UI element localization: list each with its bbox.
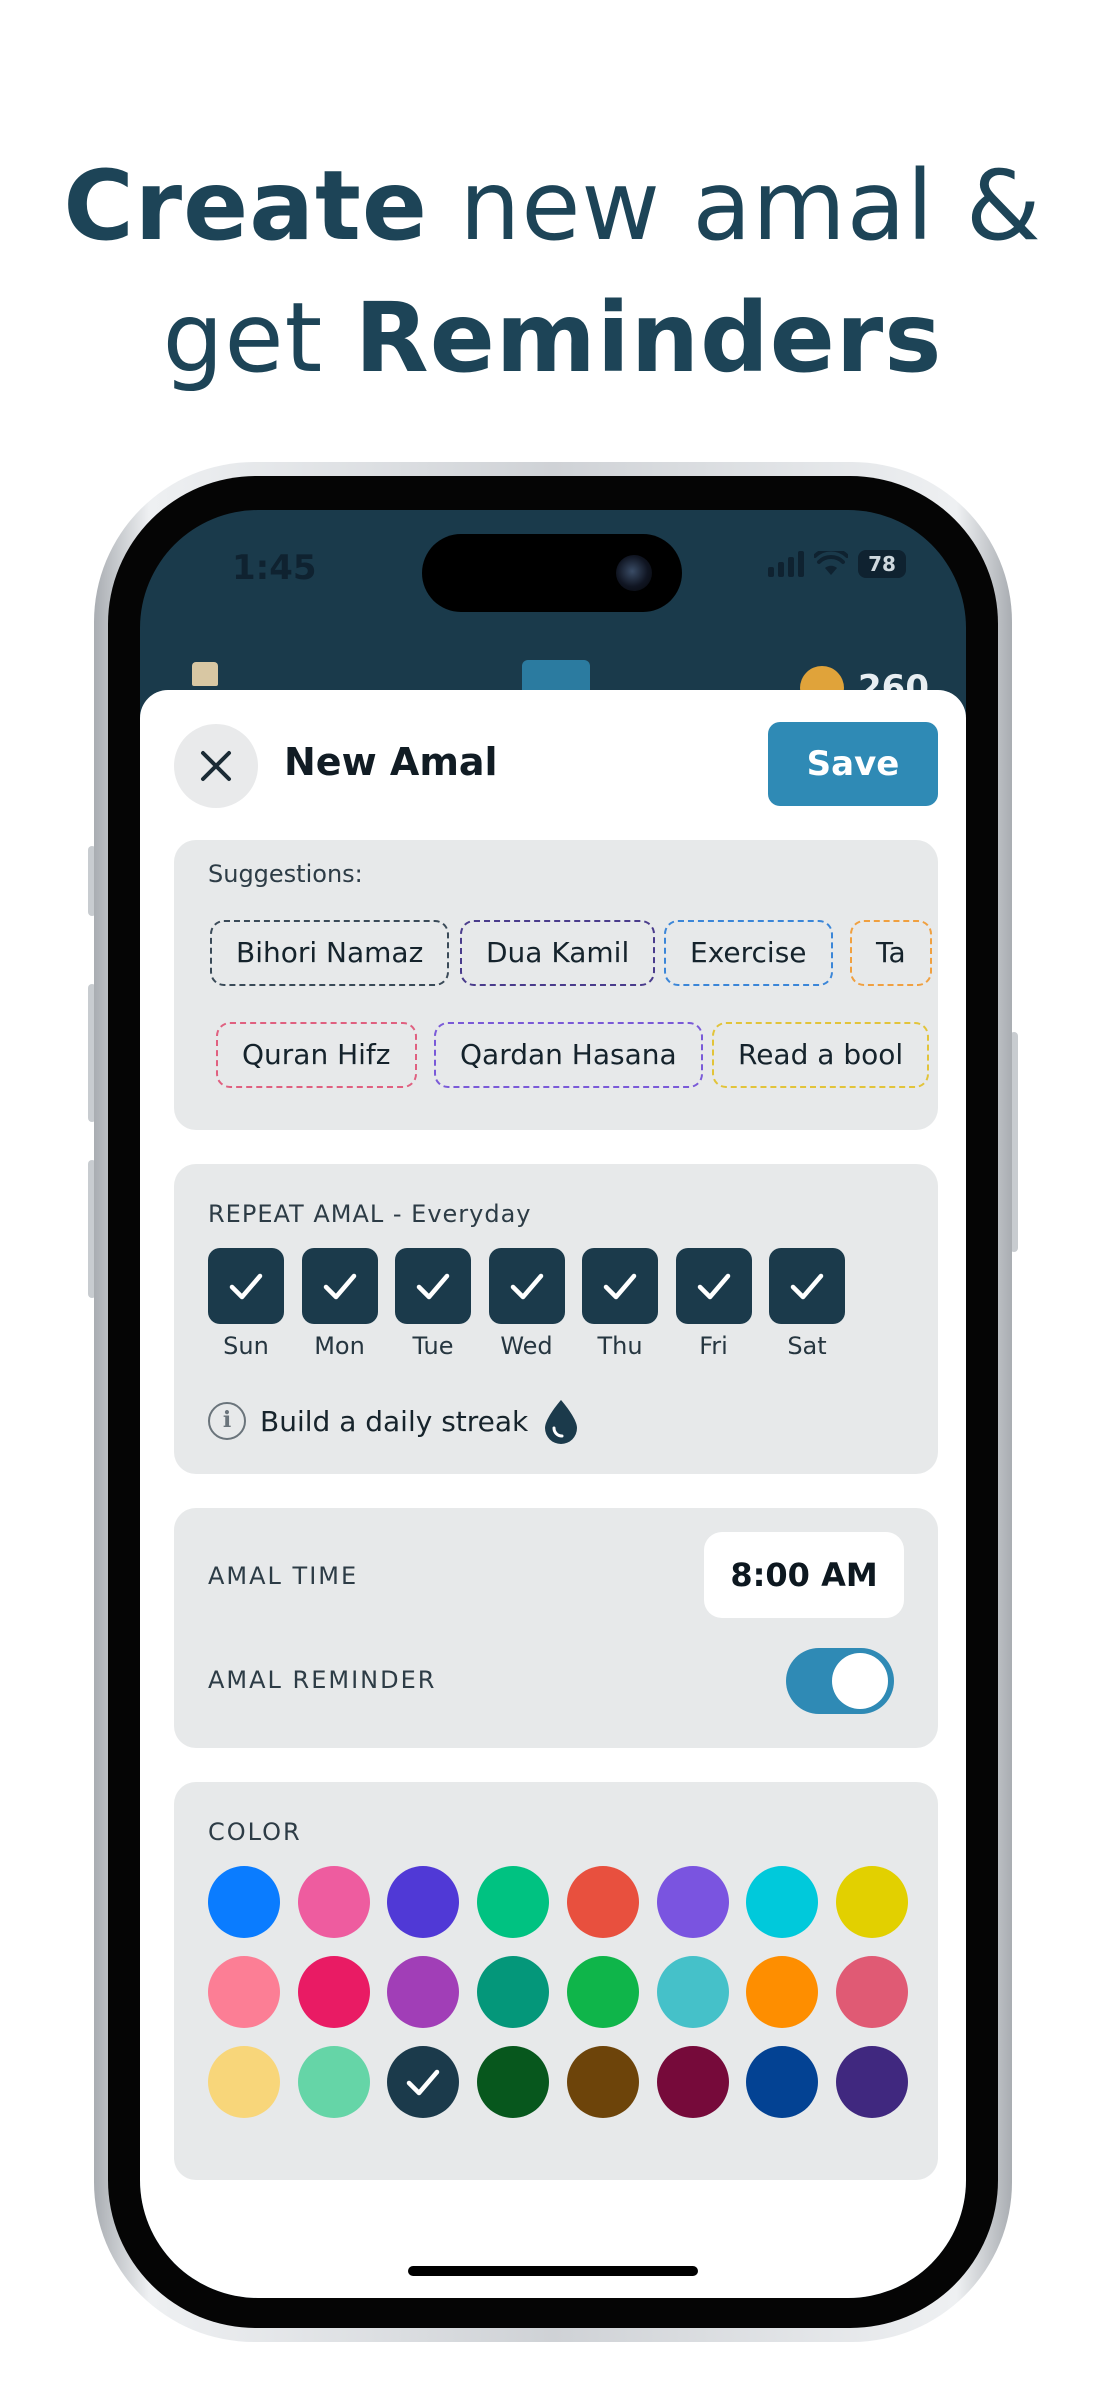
day-label: Thu bbox=[597, 1332, 643, 1360]
headline: Create new amal & get Reminders bbox=[0, 140, 1105, 404]
check-icon bbox=[790, 1273, 824, 1300]
color-swatch[interactable] bbox=[656, 2046, 729, 2118]
color-swatch[interactable] bbox=[656, 1956, 729, 2028]
new-amal-sheet: New Amal Save Suggestions: Bihori Namaz D… bbox=[140, 690, 966, 2298]
check-icon bbox=[323, 1273, 356, 1300]
check-icon bbox=[697, 1273, 730, 1300]
day-checkbox[interactable] bbox=[208, 1248, 284, 1324]
check-icon bbox=[416, 1273, 450, 1300]
day-toggle-wed[interactable]: Wed bbox=[488, 1248, 565, 1360]
color-swatch[interactable] bbox=[835, 1866, 908, 1938]
color-swatch[interactable] bbox=[387, 2046, 460, 2118]
color-swatch[interactable] bbox=[208, 1866, 280, 1938]
color-swatch[interactable] bbox=[746, 1866, 819, 1938]
headline-line-1: Create new amal & bbox=[63, 150, 1042, 262]
suggestions-card: Suggestions: Bihori Namaz Dua Kamil Exerci… bbox=[174, 840, 938, 1130]
amal-time-label: AMAL TIME bbox=[208, 1562, 359, 1590]
close-button[interactable] bbox=[174, 724, 258, 808]
cup-icon bbox=[192, 662, 218, 686]
repeat-card: REPEAT AMAL - Everyday Sun Mon Tue Wed Thu Fr… bbox=[174, 1164, 938, 1474]
day-checkbox[interactable] bbox=[488, 1248, 565, 1324]
amal-time-picker[interactable]: 8:00 AM bbox=[704, 1532, 904, 1618]
color-swatch[interactable] bbox=[477, 1956, 550, 2028]
status-time: 1:45 bbox=[232, 548, 317, 588]
color-swatch[interactable] bbox=[835, 1956, 908, 2028]
suggestions-label: Suggestions: bbox=[208, 860, 363, 888]
time-card: AMAL TIME 8:00 AM AMAL REMINDER bbox=[174, 1508, 938, 1748]
day-toggle-sun[interactable]: Sun bbox=[208, 1248, 284, 1360]
day-checkbox[interactable] bbox=[582, 1248, 658, 1324]
day-checkbox[interactable] bbox=[675, 1248, 752, 1324]
check-icon bbox=[229, 1273, 263, 1300]
color-swatch[interactable] bbox=[477, 2046, 550, 2118]
color-swatch[interactable] bbox=[387, 1866, 460, 1938]
day-label: Tue bbox=[412, 1332, 454, 1360]
color-swatch[interactable] bbox=[208, 1956, 280, 2028]
dynamic-island bbox=[422, 534, 682, 612]
color-swatch[interactable] bbox=[566, 1956, 639, 2028]
suggestion-chip[interactable]: Read a bool bbox=[712, 1022, 930, 1088]
suggestion-chip[interactable]: Ta bbox=[850, 920, 932, 986]
amal-reminder-toggle[interactable] bbox=[786, 1648, 894, 1714]
streak-text: Build a daily streak bbox=[260, 1404, 529, 1438]
color-swatch[interactable] bbox=[746, 1956, 819, 2028]
color-swatch[interactable] bbox=[297, 1956, 370, 2028]
day-label: Sun bbox=[223, 1332, 269, 1360]
color-swatch[interactable] bbox=[208, 2046, 280, 2118]
status-icons: 78 bbox=[768, 550, 906, 578]
toggle-knob bbox=[832, 1653, 888, 1709]
color-swatch[interactable] bbox=[835, 2046, 908, 2118]
repeat-label: REPEAT AMAL - Everyday bbox=[208, 1200, 532, 1228]
suggestion-chip[interactable]: Dua Kamil bbox=[460, 920, 656, 986]
headline-line-2: get Reminders bbox=[162, 282, 943, 394]
day-toggle-sat[interactable]: Sat bbox=[769, 1248, 845, 1360]
streak-info: i Build a daily streak bbox=[208, 1398, 580, 1444]
check-icon bbox=[407, 2069, 440, 2096]
suggestion-chip[interactable]: Qardan Hasana bbox=[434, 1022, 703, 1088]
home-indicator bbox=[408, 2266, 698, 2276]
amal-reminder-label: AMAL REMINDER bbox=[208, 1666, 437, 1694]
day-label: Mon bbox=[314, 1332, 365, 1360]
day-label: Sat bbox=[787, 1332, 827, 1360]
day-checkbox[interactable] bbox=[301, 1248, 378, 1324]
day-toggle-fri[interactable]: Fri bbox=[675, 1248, 752, 1360]
color-label: COLOR bbox=[208, 1818, 302, 1846]
phone-screen: 1:45 78 260 New Amal Save Suggestions: B… bbox=[140, 510, 966, 2298]
color-swatch[interactable] bbox=[656, 1866, 729, 1938]
color-swatch[interactable] bbox=[297, 2046, 370, 2118]
color-swatch[interactable] bbox=[297, 1866, 370, 1938]
save-button[interactable]: Save bbox=[768, 722, 938, 806]
day-toggle-mon[interactable]: Mon bbox=[301, 1248, 378, 1360]
day-label: Fri bbox=[699, 1332, 728, 1360]
day-checkbox[interactable] bbox=[769, 1248, 845, 1324]
sheet-title: New Amal bbox=[284, 740, 498, 784]
suggestion-chip[interactable]: Bihori Namaz bbox=[210, 920, 450, 986]
day-toggle-thu[interactable]: Thu bbox=[582, 1248, 658, 1360]
color-card: COLOR bbox=[174, 1782, 938, 2180]
color-swatch[interactable] bbox=[477, 1866, 550, 1938]
day-checkbox[interactable] bbox=[395, 1248, 471, 1324]
wifi-icon bbox=[814, 551, 848, 575]
color-swatch[interactable] bbox=[746, 2046, 819, 2118]
color-swatch[interactable] bbox=[566, 1866, 639, 1938]
day-toggle-tue[interactable]: Tue bbox=[395, 1248, 471, 1360]
day-label: Wed bbox=[500, 1332, 553, 1360]
suggestion-chip[interactable]: Quran Hifz bbox=[216, 1022, 417, 1088]
camera-icon bbox=[616, 555, 652, 591]
color-swatch[interactable] bbox=[566, 2046, 639, 2118]
signal-icon bbox=[768, 551, 804, 577]
drop-icon bbox=[545, 1400, 578, 1444]
check-icon bbox=[603, 1273, 637, 1300]
close-icon bbox=[201, 751, 231, 781]
check-icon bbox=[510, 1273, 543, 1300]
suggestion-chip[interactable]: Exercise bbox=[664, 920, 833, 986]
color-swatch[interactable] bbox=[387, 1956, 460, 2028]
info-icon: i bbox=[208, 1402, 246, 1440]
battery-icon: 78 bbox=[858, 550, 906, 578]
